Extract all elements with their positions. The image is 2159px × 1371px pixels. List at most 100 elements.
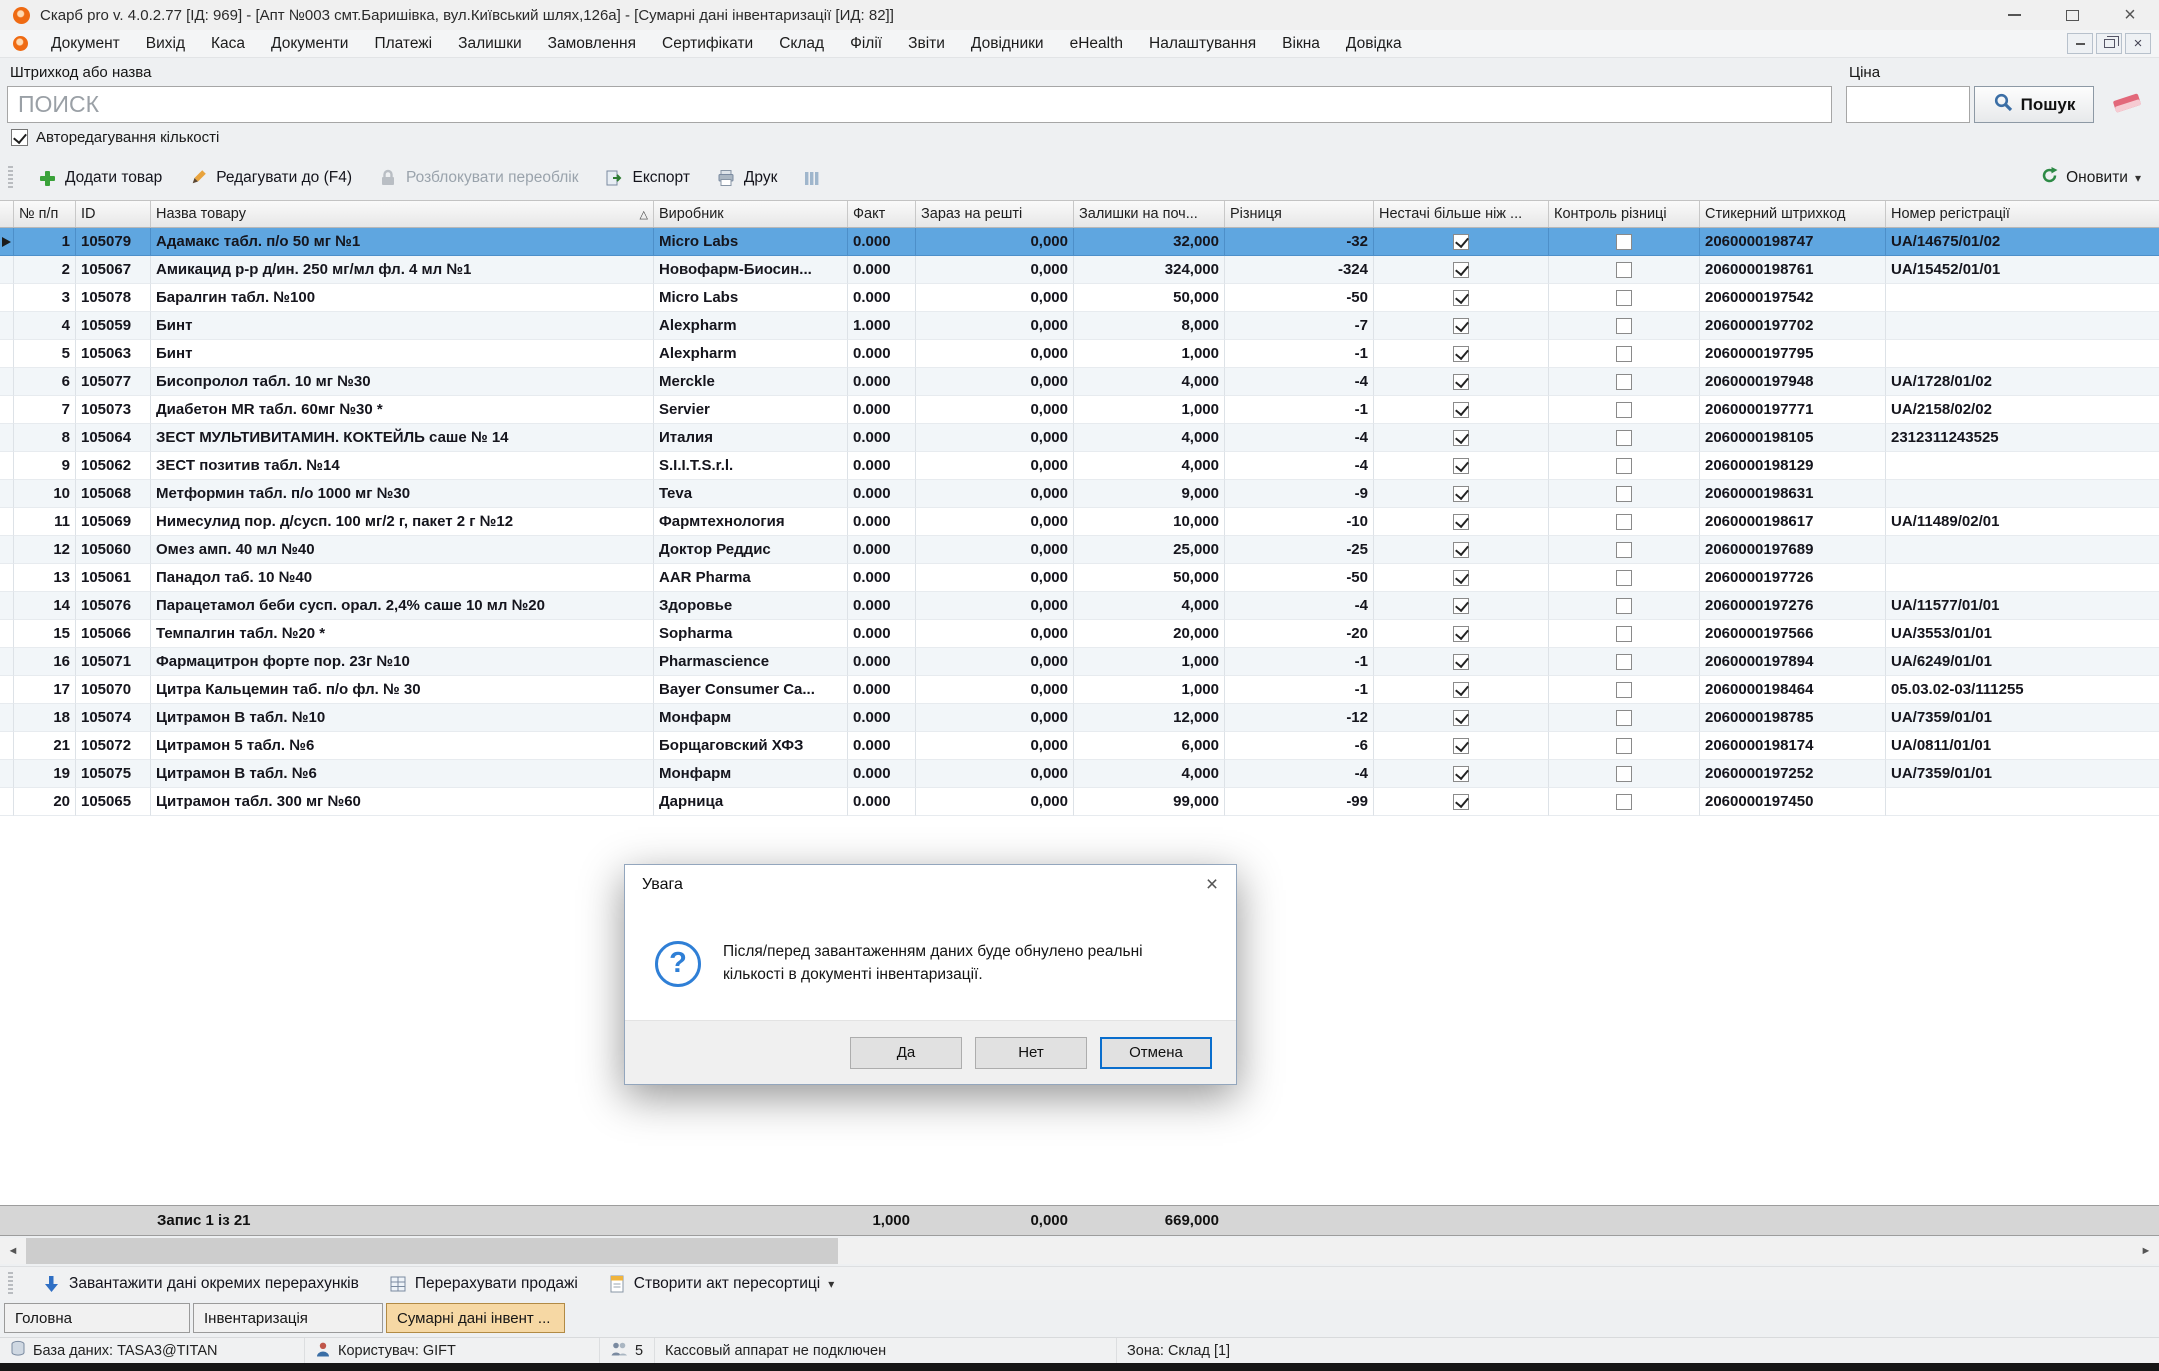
control-checkbox-cell[interactable] — [1549, 564, 1700, 592]
print-button[interactable]: Друк — [708, 163, 785, 193]
table-row[interactable]: 19105075Цитрамон В табл. №6Монфарм0.0000… — [0, 760, 2159, 788]
shortage-checkbox-cell[interactable] — [1374, 480, 1549, 508]
table-row[interactable]: 15105066Темпалгин табл. №20 *Sopharma0.0… — [0, 620, 2159, 648]
add-product-button[interactable]: Додати товар — [29, 163, 170, 193]
shortage-checkbox-cell[interactable] — [1374, 592, 1549, 620]
tab-active[interactable]: Сумарні дані інвент ... — [386, 1303, 565, 1333]
table-row[interactable]: 11105069Нимесулид пор. д/сусп. 100 мг/2 … — [0, 508, 2159, 536]
menu-item[interactable]: Вікна — [1269, 30, 1333, 57]
shortage-checkbox-cell[interactable] — [1374, 368, 1549, 396]
shortage-checkbox[interactable] — [1453, 654, 1469, 670]
column-header-diff[interactable]: Різниця — [1225, 201, 1374, 227]
control-checkbox[interactable] — [1616, 710, 1632, 726]
shortage-checkbox-cell[interactable] — [1374, 732, 1549, 760]
control-checkbox[interactable] — [1616, 262, 1632, 278]
column-header-control[interactable]: Контроль різниці — [1549, 201, 1700, 227]
table-row[interactable]: 3105078Баралгин табл. №100Micro Labs0.00… — [0, 284, 2159, 312]
search-button[interactable]: Пошук — [1974, 86, 2094, 123]
cancel-button[interactable]: Отмена — [1100, 1037, 1212, 1069]
shortage-checkbox-cell[interactable] — [1374, 452, 1549, 480]
shortage-checkbox-cell[interactable] — [1374, 564, 1549, 592]
column-header-shortage[interactable]: Нестачі більше ніж ... — [1374, 201, 1549, 227]
table-row[interactable]: 8105064ЗЕСТ МУЛЬТИВИТАМИН. КОКТЕЙЛЬ саше… — [0, 424, 2159, 452]
control-checkbox-cell[interactable] — [1549, 256, 1700, 284]
shortage-checkbox[interactable] — [1453, 430, 1469, 446]
control-checkbox[interactable] — [1616, 346, 1632, 362]
control-checkbox-cell[interactable] — [1549, 676, 1700, 704]
no-button[interactable]: Нет — [975, 1037, 1087, 1069]
control-checkbox[interactable] — [1616, 430, 1632, 446]
table-row[interactable]: 14105076Парацетамол беби сусп. орал. 2,4… — [0, 592, 2159, 620]
shortage-checkbox[interactable] — [1453, 598, 1469, 614]
control-checkbox[interactable] — [1616, 318, 1632, 334]
shortage-checkbox-cell[interactable] — [1374, 424, 1549, 452]
menu-item[interactable]: Залишки — [445, 30, 535, 57]
shortage-checkbox-cell[interactable] — [1374, 676, 1549, 704]
shortage-checkbox-cell[interactable] — [1374, 620, 1549, 648]
column-header-name[interactable]: Назва товару △ — [151, 201, 654, 227]
column-header-fact[interactable]: Факт — [848, 201, 916, 227]
menu-item[interactable]: Філії — [837, 30, 895, 57]
menu-item[interactable]: Довідники — [958, 30, 1057, 57]
dialog-close-button[interactable]: × — [1190, 867, 1234, 903]
control-checkbox-cell[interactable] — [1549, 704, 1700, 732]
shortage-checkbox[interactable] — [1453, 710, 1469, 726]
control-checkbox[interactable] — [1616, 486, 1632, 502]
control-checkbox[interactable] — [1616, 738, 1632, 754]
mdi-restore-button[interactable] — [2096, 33, 2122, 54]
column-header-maker[interactable]: Виробник — [654, 201, 848, 227]
control-checkbox-cell[interactable] — [1549, 452, 1700, 480]
shortage-checkbox-cell[interactable] — [1374, 704, 1549, 732]
control-checkbox[interactable] — [1616, 794, 1632, 810]
shortage-checkbox-cell[interactable] — [1374, 536, 1549, 564]
menu-item[interactable]: eHealth — [1057, 30, 1136, 57]
control-checkbox[interactable] — [1616, 626, 1632, 642]
shortage-checkbox-cell[interactable] — [1374, 396, 1549, 424]
control-checkbox[interactable] — [1616, 682, 1632, 698]
column-header-id[interactable]: ID — [76, 201, 151, 227]
control-checkbox-cell[interactable] — [1549, 760, 1700, 788]
shortage-checkbox[interactable] — [1453, 262, 1469, 278]
horizontal-scrollbar[interactable]: ◄ ► — [0, 1238, 2159, 1264]
menu-item[interactable]: Вихід — [133, 30, 198, 57]
shortage-checkbox-cell[interactable] — [1374, 340, 1549, 368]
shortage-checkbox-cell[interactable] — [1374, 648, 1549, 676]
table-row[interactable]: 21105072Цитрамон 5 табл. №6Борщаговский … — [0, 732, 2159, 760]
shortage-checkbox[interactable] — [1453, 514, 1469, 530]
control-checkbox-cell[interactable] — [1549, 732, 1700, 760]
column-header-now[interactable]: Зараз на решті — [916, 201, 1074, 227]
edit-button[interactable]: Редагувати до (F4) — [180, 163, 360, 193]
control-checkbox-cell[interactable] — [1549, 788, 1700, 816]
menu-item[interactable]: Каса — [198, 30, 258, 57]
control-checkbox-cell[interactable] — [1549, 368, 1700, 396]
table-row[interactable]: 1105079Адамакс табл. п/о 50 мг №1Micro L… — [0, 228, 2159, 256]
control-checkbox-cell[interactable] — [1549, 340, 1700, 368]
shortage-checkbox[interactable] — [1453, 682, 1469, 698]
shortage-checkbox-cell[interactable] — [1374, 788, 1549, 816]
table-row[interactable]: 5105063БинтAlexpharm0.0000,0001,000-1206… — [0, 340, 2159, 368]
shortage-checkbox[interactable] — [1453, 234, 1469, 250]
shortage-checkbox-cell[interactable] — [1374, 256, 1549, 284]
control-checkbox[interactable] — [1616, 766, 1632, 782]
control-checkbox[interactable] — [1616, 234, 1632, 250]
control-checkbox-cell[interactable] — [1549, 396, 1700, 424]
tab-item[interactable]: Інвентаризація — [193, 1303, 383, 1333]
table-row[interactable]: 18105074Цитрамон В табл. №10Монфарм0.000… — [0, 704, 2159, 732]
control-checkbox-cell[interactable] — [1549, 480, 1700, 508]
search-input[interactable] — [7, 86, 1832, 123]
columns-settings-button[interactable] — [795, 165, 828, 192]
control-checkbox[interactable] — [1616, 458, 1632, 474]
scroll-left-button[interactable]: ◄ — [0, 1238, 26, 1264]
column-header-num[interactable]: № п/п — [14, 201, 76, 227]
recalculate-sales-button[interactable]: Перерахувати продажі — [381, 1270, 586, 1298]
shortage-checkbox-cell[interactable] — [1374, 760, 1549, 788]
maximize-button[interactable] — [2043, 0, 2101, 30]
autofix-checkbox[interactable] — [11, 129, 28, 146]
table-row[interactable]: 2105067Амикацид р-р д/ин. 250 мг/мл фл. … — [0, 256, 2159, 284]
control-checkbox[interactable] — [1616, 542, 1632, 558]
table-row[interactable]: 16105071Фармацитрон форте пор. 23г №10Ph… — [0, 648, 2159, 676]
menu-item[interactable]: Платежі — [361, 30, 445, 57]
menu-item[interactable]: Сертифікати — [649, 30, 766, 57]
control-checkbox-cell[interactable] — [1549, 508, 1700, 536]
clear-search-button[interactable] — [2104, 88, 2150, 122]
